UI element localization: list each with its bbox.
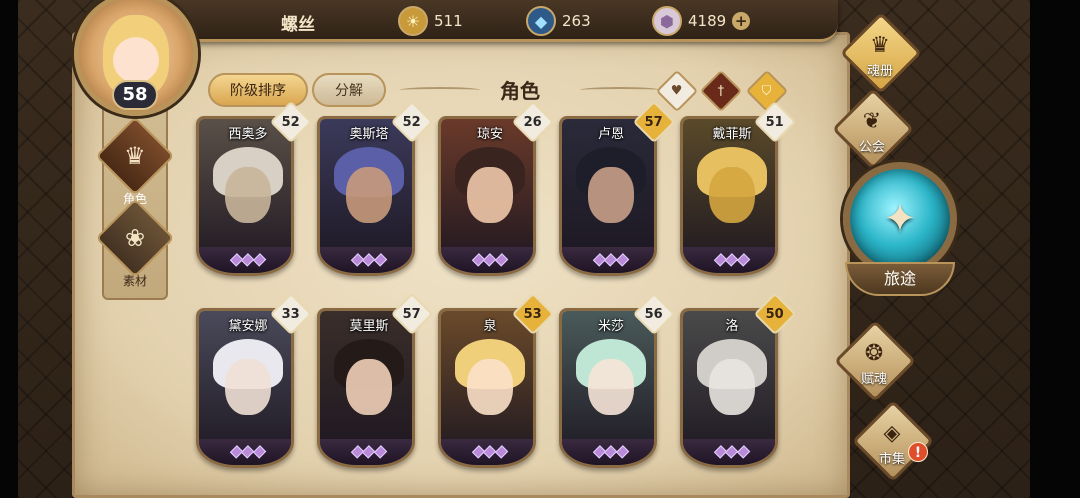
portrait-face xyxy=(346,359,392,415)
currency-crystal[interactable]: ◆ 263 xyxy=(526,4,591,38)
character-level: 26 xyxy=(523,114,543,130)
character-card[interactable]: 洛 xyxy=(680,308,778,468)
currency-value: 511 xyxy=(434,12,463,30)
character-card[interactable]: 泉 xyxy=(438,308,536,468)
title-ornament-left xyxy=(400,87,480,93)
character-level: 33 xyxy=(281,306,301,322)
material-wolf-icon: ❀ xyxy=(95,198,175,278)
title-ornament-right xyxy=(580,87,660,93)
rank-diamonds xyxy=(350,253,388,269)
side-menu-character[interactable]: ♛ 角色 xyxy=(95,116,175,207)
compass-crest-icon: ✦ xyxy=(843,162,957,276)
market-alert-badge: ! xyxy=(908,442,928,462)
rank-diamonds xyxy=(471,253,509,269)
character-card[interactable]: 奥斯塔 xyxy=(317,116,415,276)
character-card[interactable]: 琼安 xyxy=(438,116,536,276)
left-edge xyxy=(0,0,18,498)
shield-icon: ⛉ xyxy=(762,83,772,99)
portrait-face xyxy=(225,167,271,223)
tab-decompose[interactable]: 分解 xyxy=(312,73,386,107)
side-menu-material[interactable]: ❀ 素材 xyxy=(95,198,175,289)
rank-diamonds xyxy=(592,253,630,269)
panel-title: 角色 xyxy=(500,79,540,103)
nav-label: 公会 xyxy=(858,140,885,155)
gold-coin-icon: ☀ xyxy=(398,6,428,36)
rank-diamonds xyxy=(229,253,267,269)
character-level: 57 xyxy=(402,306,422,322)
character-card[interactable]: 西奥多 xyxy=(196,116,294,276)
portrait-face xyxy=(346,167,392,223)
player-name: 螺丝 xyxy=(281,15,315,35)
character-level: 50 xyxy=(765,306,785,322)
portrait-face xyxy=(588,167,634,223)
character-card[interactable]: 卢恩 xyxy=(559,116,657,276)
nav-journey-button[interactable]: ✦ 旅途 xyxy=(838,162,962,318)
character-level: 53 xyxy=(523,306,543,322)
portrait-face xyxy=(588,359,634,415)
character-level: 56 xyxy=(644,306,664,322)
prism-gem-icon: ⬢ xyxy=(652,6,682,36)
add-gem-button[interactable]: + xyxy=(732,12,751,30)
character-level: 52 xyxy=(402,114,422,130)
character-mask-icon: ♛ xyxy=(95,116,175,196)
currency-gold[interactable]: ☀ 511 xyxy=(398,4,463,38)
player-level-badge: 58 xyxy=(112,80,158,110)
journey-label: 旅途 xyxy=(845,262,955,296)
rank-diamonds xyxy=(592,445,630,461)
character-level: 52 xyxy=(281,114,301,130)
heart-icon: ♥ xyxy=(671,83,683,99)
soul-book-icon: ♛ xyxy=(870,33,890,58)
portrait-face xyxy=(467,167,513,223)
portrait-face xyxy=(225,359,271,415)
portrait-face xyxy=(709,167,755,223)
character-card[interactable]: 莫里斯 xyxy=(317,308,415,468)
portrait-face xyxy=(467,359,513,415)
nav-guild-button[interactable]: ❦ 公会 xyxy=(828,87,916,171)
market-icon: ◈ xyxy=(883,421,901,446)
character-card[interactable]: 米莎 xyxy=(559,308,657,468)
currency-gem[interactable]: ⬢ 4189 + xyxy=(652,4,751,38)
nav-soul-book-button[interactable]: ♛ 魂册 xyxy=(836,11,924,95)
character-card[interactable]: 黛安娜 xyxy=(196,308,294,468)
currency-value: 263 xyxy=(562,12,591,30)
nav-soul-gift-button[interactable]: ❂ 赋魂 xyxy=(830,319,918,403)
rank-diamonds xyxy=(229,445,267,461)
rank-diamonds xyxy=(350,445,388,461)
soul-gift-icon: ❂ xyxy=(864,341,884,366)
currency-value: 4189 xyxy=(688,12,727,30)
character-card[interactable]: 戴菲斯 xyxy=(680,116,778,276)
rank-diamonds xyxy=(713,253,751,269)
portrait-face xyxy=(709,359,755,415)
rank-diamonds xyxy=(471,445,509,461)
nav-label: 赋魂 xyxy=(860,372,887,387)
guild-icon: ❦ xyxy=(862,109,882,134)
rank-diamonds xyxy=(713,445,751,461)
nav-label: 市集 xyxy=(878,452,905,467)
sword-icon: † xyxy=(717,83,725,99)
character-level: 57 xyxy=(644,114,664,130)
right-edge xyxy=(1030,0,1080,498)
nav-label: 魂册 xyxy=(866,64,893,79)
blue-crystal-icon: ◆ xyxy=(526,6,556,36)
character-level: 51 xyxy=(765,114,785,130)
